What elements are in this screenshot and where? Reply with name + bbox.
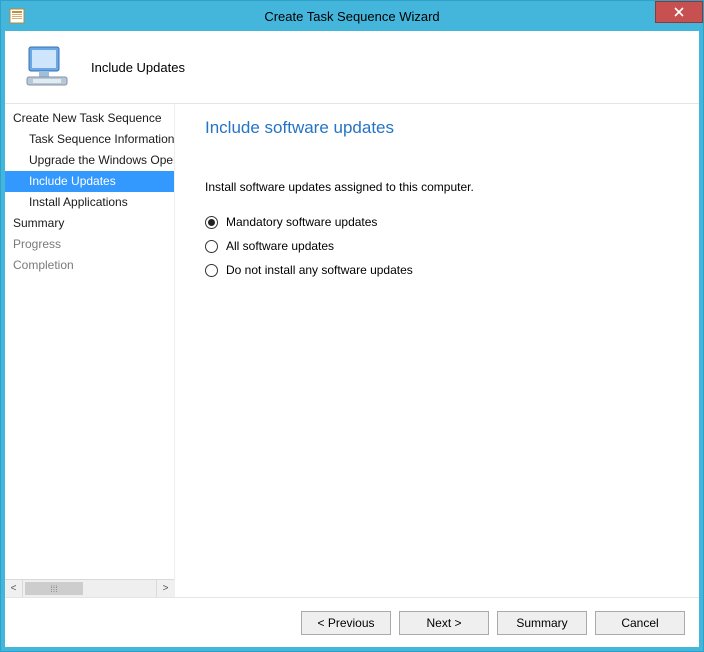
content-pane: Include software updates Install softwar…: [175, 104, 699, 597]
body: Create New Task Sequence Task Sequence I…: [5, 104, 699, 597]
wizard-window: Create Task Sequence Wizard Include Upda…: [0, 0, 704, 652]
radio-icon: [205, 240, 218, 253]
nav-list: Create New Task Sequence Task Sequence I…: [5, 104, 174, 579]
close-icon: [674, 7, 684, 17]
scroll-left-button[interactable]: <: [5, 580, 23, 597]
radio-icon: [205, 264, 218, 277]
app-icon: [9, 8, 25, 24]
sidebar: Create New Task Sequence Task Sequence I…: [5, 104, 175, 597]
computer-icon: [23, 43, 71, 91]
nav-summary[interactable]: Summary: [5, 213, 174, 234]
sidebar-hscrollbar[interactable]: < ⁞⁞⁞ >: [5, 579, 174, 597]
nav-completion: Completion: [5, 255, 174, 276]
client-area: Include Updates Create New Task Sequence…: [1, 31, 703, 651]
nav-upgrade-windows-os[interactable]: Upgrade the Windows Operating System: [5, 150, 174, 171]
window-title: Create Task Sequence Wizard: [1, 9, 703, 24]
previous-button[interactable]: < Previous: [301, 611, 391, 635]
nav-progress: Progress: [5, 234, 174, 255]
option-mandatory[interactable]: Mandatory software updates: [205, 210, 677, 234]
option-label: Mandatory software updates: [226, 215, 377, 229]
option-label: All software updates: [226, 239, 334, 253]
nav-task-sequence-information[interactable]: Task Sequence Information: [5, 129, 174, 150]
titlebar[interactable]: Create Task Sequence Wizard: [1, 1, 703, 31]
footer: < Previous Next > Summary Cancel: [5, 597, 699, 647]
scroll-track[interactable]: ⁞⁞⁞: [23, 580, 156, 597]
close-button[interactable]: [655, 1, 703, 23]
header-strip: Include Updates: [5, 31, 699, 103]
next-button[interactable]: Next >: [399, 611, 489, 635]
nav-include-updates[interactable]: Include Updates: [5, 171, 174, 192]
option-none[interactable]: Do not install any software updates: [205, 258, 677, 282]
nav-create-new-task-sequence[interactable]: Create New Task Sequence: [5, 108, 174, 129]
scroll-right-button[interactable]: >: [156, 580, 174, 597]
instruction-text: Install software updates assigned to thi…: [205, 180, 677, 194]
option-label: Do not install any software updates: [226, 263, 413, 277]
page-title: Include software updates: [205, 118, 677, 138]
option-all[interactable]: All software updates: [205, 234, 677, 258]
scroll-thumb[interactable]: ⁞⁞⁞: [25, 582, 83, 595]
nav-install-applications[interactable]: Install Applications: [5, 192, 174, 213]
summary-button[interactable]: Summary: [497, 611, 587, 635]
radio-icon: [205, 216, 218, 229]
header-label: Include Updates: [91, 60, 185, 75]
cancel-button[interactable]: Cancel: [595, 611, 685, 635]
